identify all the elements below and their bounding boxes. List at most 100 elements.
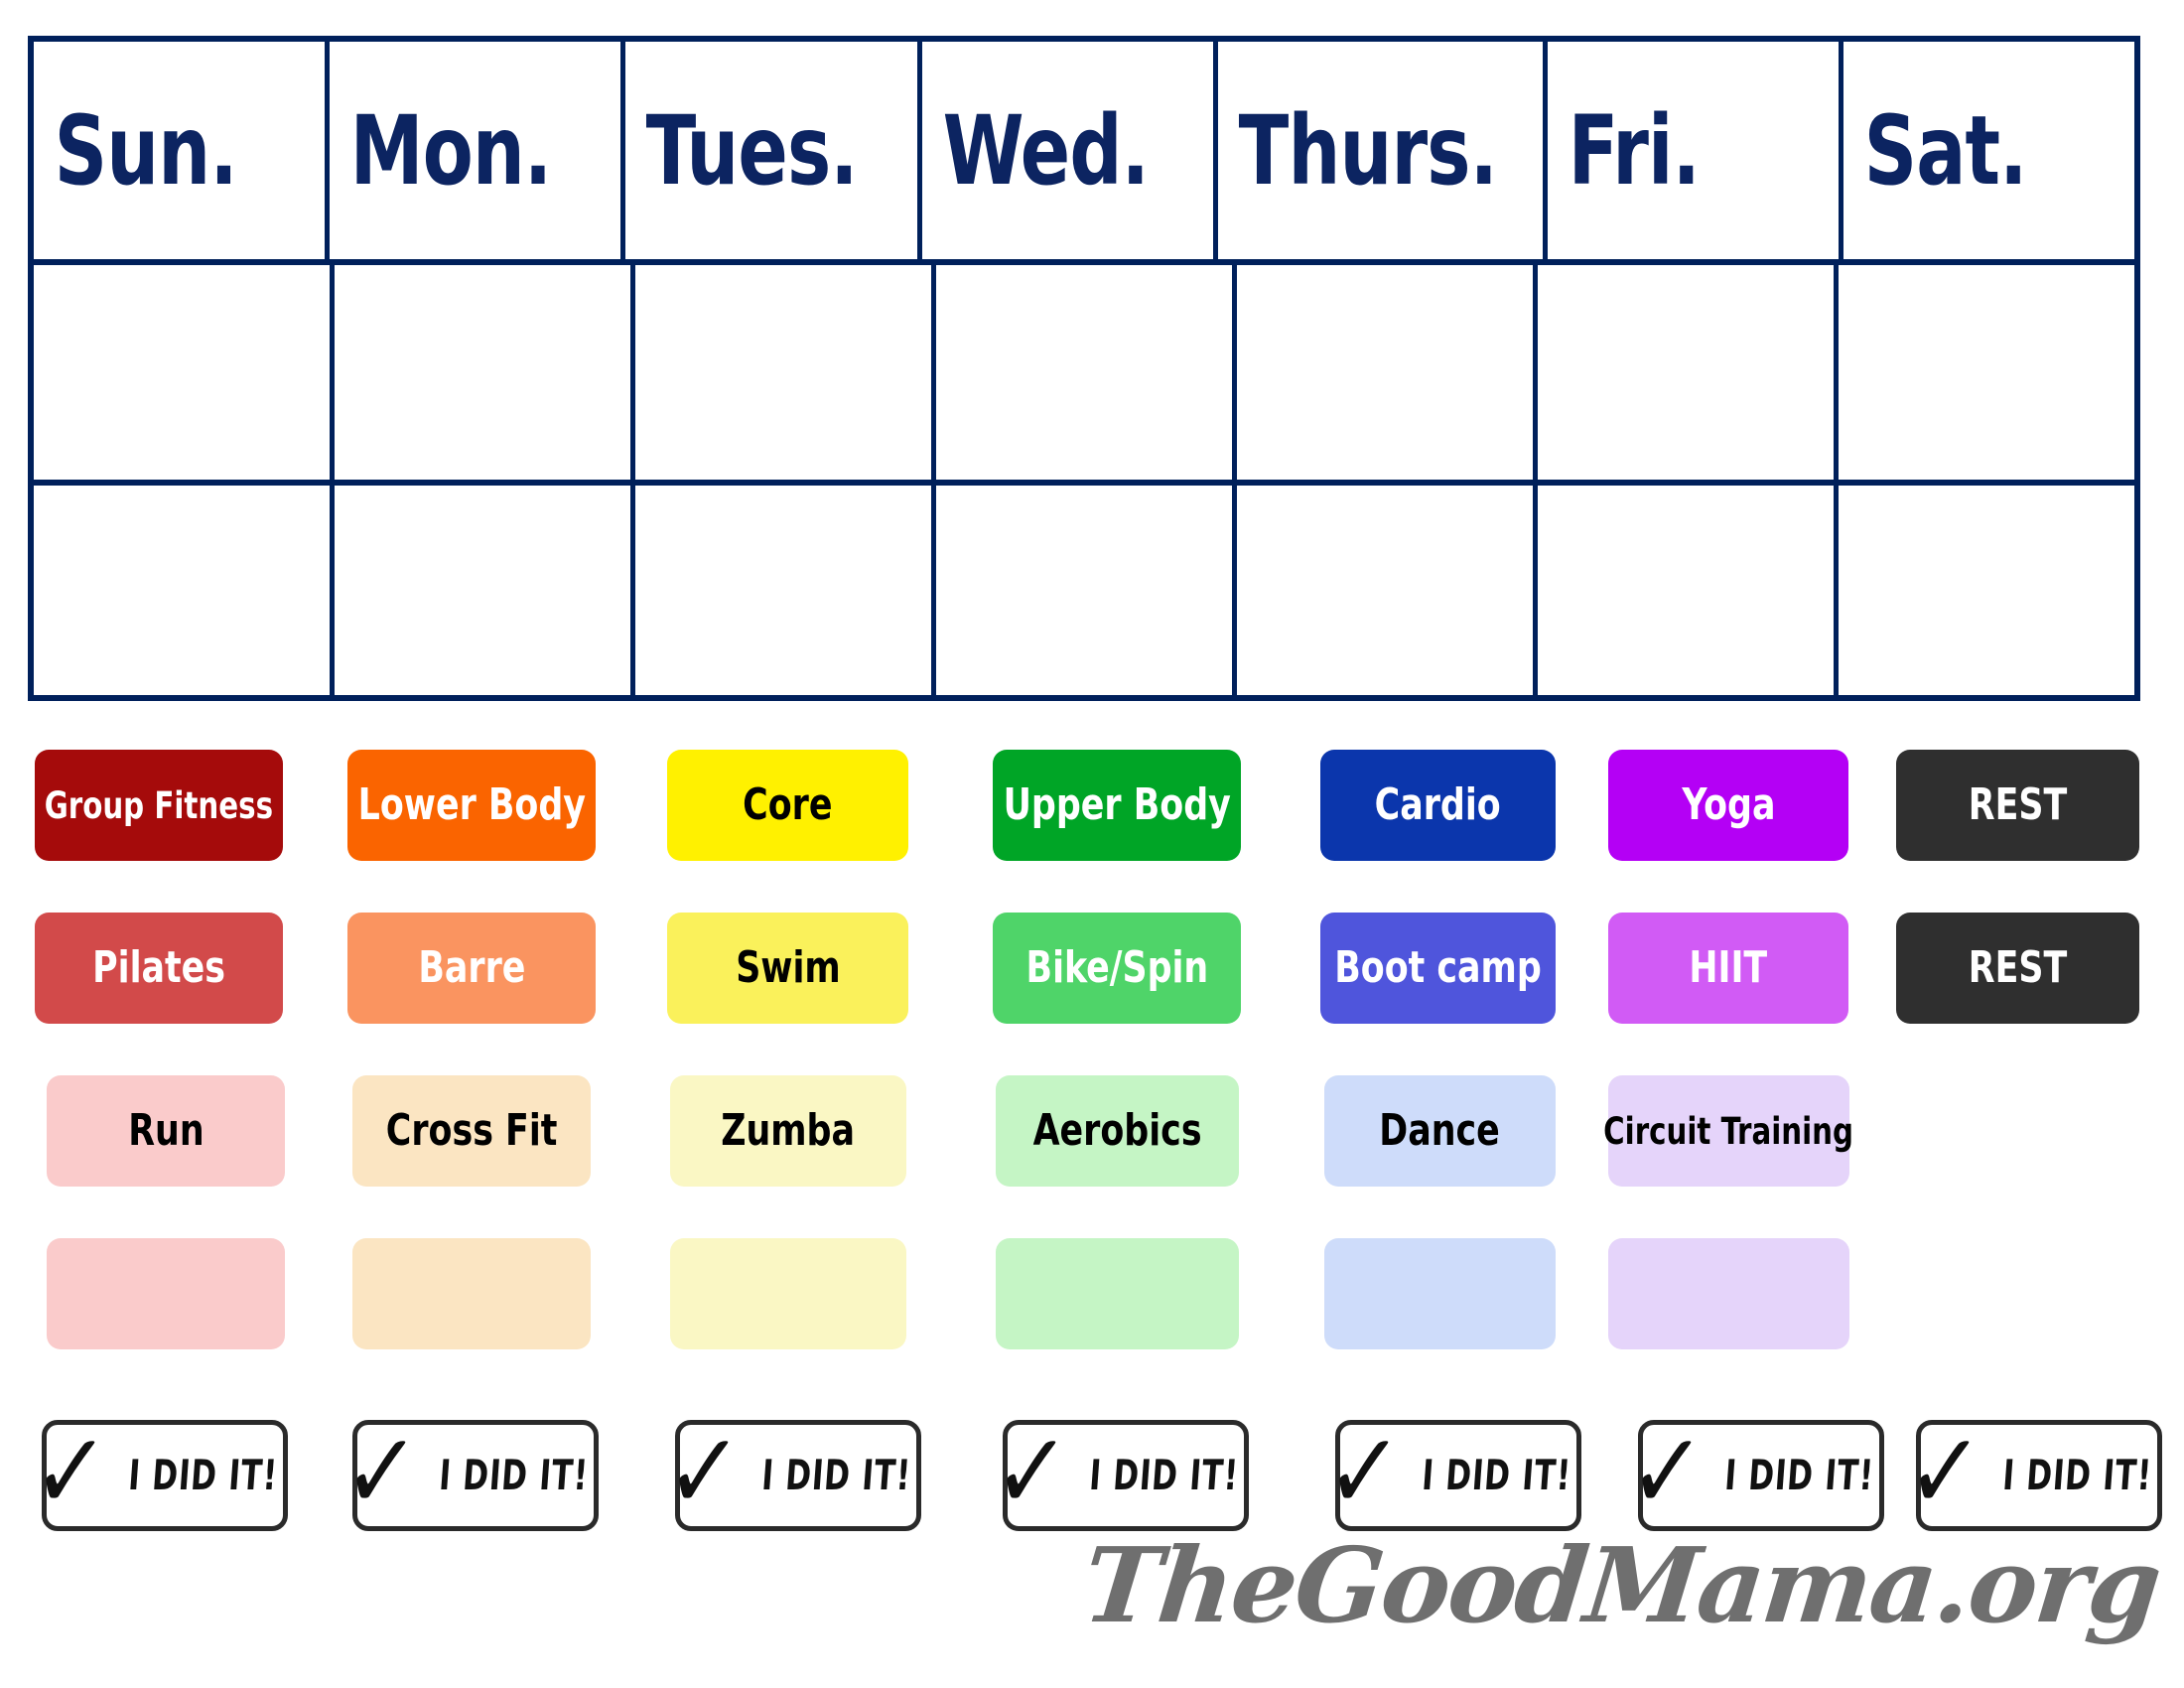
checkmark-icon: ✓: [1322, 1409, 1406, 1534]
chip-hiit[interactable]: HIIT: [1608, 913, 1848, 1024]
chip-label-bike-spin: Bike/Spin: [1025, 942, 1208, 993]
calendar-cell-r2-wed[interactable]: [931, 486, 1232, 695]
chip-yoga[interactable]: Yoga: [1608, 750, 1848, 861]
day-label-wed: Wed.: [942, 94, 1149, 207]
chip-label-group-fitness: Group Fitness: [44, 783, 274, 827]
chip-label-pilates: Pilates: [92, 942, 225, 993]
chip-label-cardio: Cardio: [1374, 779, 1502, 830]
chip-label-zumba: Zumba: [721, 1105, 856, 1156]
chip-blank-2[interactable]: [352, 1238, 591, 1349]
chip-label-upper-body: Upper Body: [1003, 779, 1231, 830]
checkmark-icon: ✓: [1625, 1409, 1708, 1534]
chip-lower-body[interactable]: Lower Body: [347, 750, 596, 861]
day-label-sat: Sat.: [1863, 94, 2027, 207]
calendar-cell-r2-sun[interactable]: [34, 486, 330, 695]
day-header-cell-mon[interactable]: Mon.: [325, 42, 620, 259]
did-it-sticker-5[interactable]: ✓ I DID IT!: [1323, 1410, 1581, 1534]
did-it-sticker-7[interactable]: ✓ I DID IT!: [1904, 1410, 2162, 1534]
chip-label-circuit-training: Circuit Training: [1603, 1109, 1854, 1153]
chip-upper-body[interactable]: Upper Body: [993, 750, 1241, 861]
calendar-cell-r2-thurs[interactable]: [1232, 486, 1533, 695]
calendar-cell-r1-sat[interactable]: [1834, 265, 2134, 480]
chip-group-fitness[interactable]: Group Fitness: [35, 750, 283, 861]
day-header-cell-fri[interactable]: Fri.: [1542, 42, 1839, 259]
chip-zumba[interactable]: Zumba: [670, 1075, 906, 1187]
chip-swim[interactable]: Swim: [667, 913, 908, 1024]
calendar-entry-row-1: [34, 259, 2134, 480]
chip-label-boot-camp: Boot camp: [1334, 942, 1542, 993]
chip-blank-4[interactable]: [996, 1238, 1239, 1349]
chip-rest-1[interactable]: REST: [1896, 750, 2139, 861]
calendar-entry-row-2: [34, 480, 2134, 695]
chip-label-cross-fit: Cross Fit: [385, 1105, 558, 1156]
chip-cardio[interactable]: Cardio: [1320, 750, 1556, 861]
legend-row-secondary: Pilates Barre Swim Bike/Spin Boot camp H…: [0, 913, 2184, 1024]
calendar-header-row: Sun. Mon. Tues. Wed. Thurs. Fri. Sat.: [34, 42, 2134, 259]
workout-planner-page: Sun. Mon. Tues. Wed. Thurs. Fri. Sat. Gr…: [0, 0, 2184, 1688]
day-header-cell-sat[interactable]: Sat.: [1838, 42, 2134, 259]
did-it-label-7: I DID IT!: [2001, 1451, 2154, 1499]
did-it-label-4: I DID IT!: [1088, 1451, 1241, 1499]
day-label-tues: Tues.: [646, 94, 859, 207]
chip-cross-fit[interactable]: Cross Fit: [352, 1075, 591, 1187]
checkmark-icon: ✓: [1903, 1409, 1986, 1534]
chip-circuit-training[interactable]: Circuit Training: [1604, 1075, 1853, 1187]
calendar-cell-r2-mon[interactable]: [330, 486, 630, 695]
did-it-label-2: I DID IT!: [438, 1451, 591, 1499]
calendar-cell-r2-tues[interactable]: [630, 486, 931, 695]
did-it-sticker-row: ✓ I DID IT! ✓ I DID IT! ✓ I DID IT! ✓ I …: [0, 1410, 2184, 1534]
chip-blank-5[interactable]: [1324, 1238, 1556, 1349]
calendar-cell-r1-fri[interactable]: [1533, 265, 1834, 480]
day-header-cell-tues[interactable]: Tues.: [620, 42, 916, 259]
day-header-cell-thurs[interactable]: Thurs.: [1212, 42, 1543, 259]
chip-label-run: Run: [127, 1105, 205, 1156]
chip-label-hiit: HIIT: [1689, 942, 1768, 993]
chip-label-yoga: Yoga: [1681, 779, 1776, 830]
site-logo: TheGoodMama.org: [1077, 1524, 2165, 1646]
chip-blank-3[interactable]: [670, 1238, 906, 1349]
chip-blank-6[interactable]: [1608, 1238, 1849, 1349]
calendar-cell-r2-fri[interactable]: [1533, 486, 1834, 695]
chip-label-swim: Swim: [735, 942, 841, 993]
checkmark-icon: ✓: [29, 1409, 112, 1534]
did-it-sticker-1[interactable]: ✓ I DID IT!: [30, 1410, 288, 1534]
did-it-label-5: I DID IT!: [1421, 1451, 1573, 1499]
checkmark-icon: ✓: [662, 1409, 746, 1534]
chip-label-barre: Barre: [417, 942, 526, 993]
calendar-cell-r1-thurs[interactable]: [1232, 265, 1533, 480]
chip-label-dance: Dance: [1379, 1105, 1501, 1156]
chip-label-rest-2: REST: [1968, 942, 2068, 993]
calendar-cell-r1-wed[interactable]: [931, 265, 1232, 480]
did-it-sticker-4[interactable]: ✓ I DID IT!: [991, 1410, 1249, 1534]
day-label-fri: Fri.: [1568, 94, 1700, 207]
did-it-label-3: I DID IT!: [760, 1451, 913, 1499]
chip-core[interactable]: Core: [667, 750, 908, 861]
chip-aerobics[interactable]: Aerobics: [996, 1075, 1239, 1187]
did-it-sticker-2[interactable]: ✓ I DID IT!: [341, 1410, 599, 1534]
calendar-cell-r1-sun[interactable]: [34, 265, 330, 480]
calendar-cell-r1-mon[interactable]: [330, 265, 630, 480]
calendar-cell-r2-sat[interactable]: [1834, 486, 2134, 695]
workout-type-legend: Group Fitness Lower Body Core Upper Body…: [0, 750, 2184, 1397]
did-it-label-6: I DID IT!: [1723, 1451, 1876, 1499]
day-label-sun: Sun.: [54, 94, 238, 207]
chip-bike-spin[interactable]: Bike/Spin: [993, 913, 1241, 1024]
chip-label-core: Core: [743, 779, 833, 830]
chip-label-lower-body: Lower Body: [357, 779, 586, 830]
chip-boot-camp[interactable]: Boot camp: [1320, 913, 1556, 1024]
day-label-thurs: Thurs.: [1238, 94, 1497, 207]
legend-row-primary: Group Fitness Lower Body Core Upper Body…: [0, 750, 2184, 861]
chip-blank-1[interactable]: [47, 1238, 285, 1349]
day-header-cell-wed[interactable]: Wed.: [916, 42, 1213, 259]
did-it-sticker-6[interactable]: ✓ I DID IT!: [1626, 1410, 1884, 1534]
day-header-cell-sun[interactable]: Sun.: [34, 42, 325, 259]
chip-dance[interactable]: Dance: [1324, 1075, 1556, 1187]
checkmark-icon: ✓: [340, 1409, 423, 1534]
calendar-cell-r1-tues[interactable]: [630, 265, 931, 480]
weekly-calendar-grid: Sun. Mon. Tues. Wed. Thurs. Fri. Sat.: [28, 36, 2140, 701]
chip-rest-2[interactable]: REST: [1896, 913, 2139, 1024]
chip-run[interactable]: Run: [47, 1075, 285, 1187]
chip-barre[interactable]: Barre: [347, 913, 596, 1024]
chip-pilates[interactable]: Pilates: [35, 913, 283, 1024]
did-it-sticker-3[interactable]: ✓ I DID IT!: [663, 1410, 921, 1534]
